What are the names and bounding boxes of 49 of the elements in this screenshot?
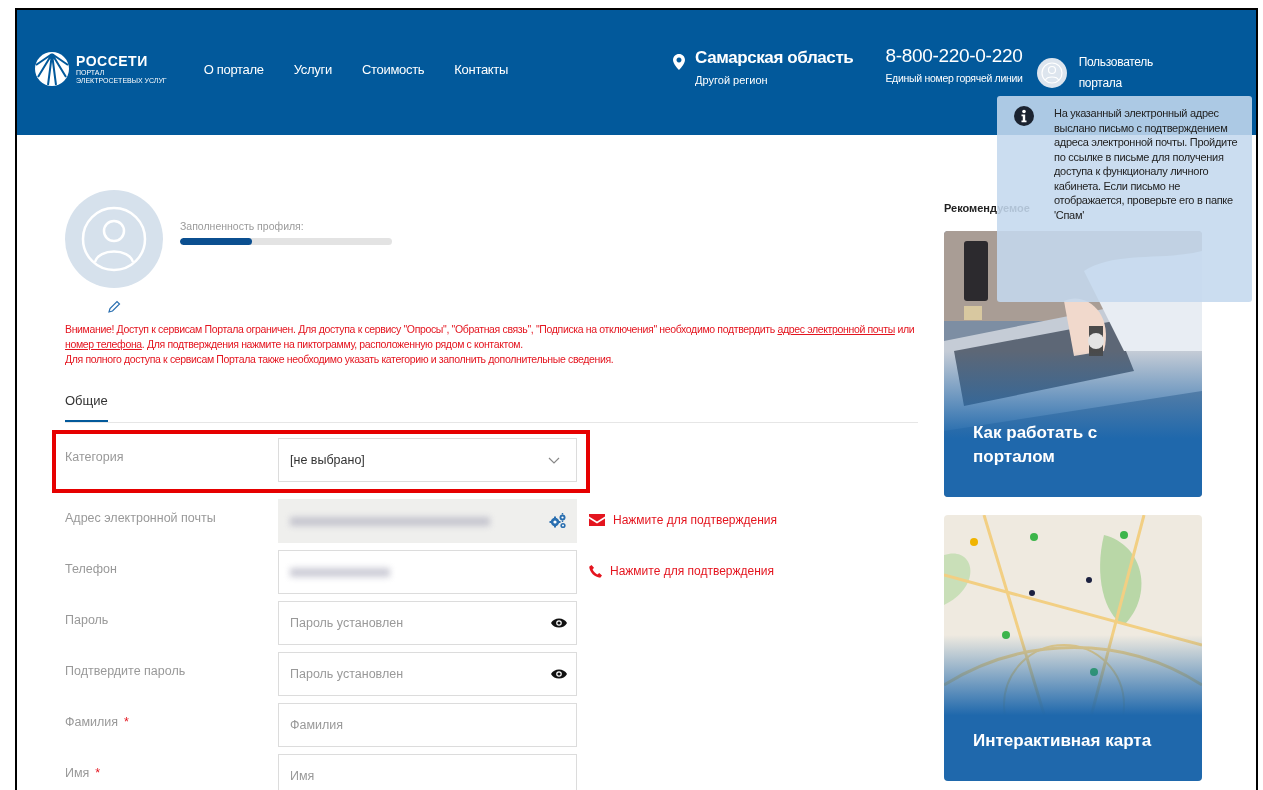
region-name: Самарская область <box>695 48 854 68</box>
link[interactable]: адрес электронной почты <box>777 323 895 335</box>
nav-link[interactable]: О портале <box>203 62 264 77</box>
logo-name: РОССЕТИ <box>76 53 149 69</box>
input-field[interactable]: Пароль установлен <box>278 652 577 696</box>
required-mark: * <box>124 715 129 729</box>
user-link[interactable]: портала <box>1078 73 1153 94</box>
card-title: Как работать с порталом <box>973 422 1099 468</box>
location-pin-icon <box>673 54 686 70</box>
info-icon <box>1014 106 1034 126</box>
avatar-icon <box>65 190 163 288</box>
nav-link[interactable]: Услуги <box>293 62 332 77</box>
confirm-link[interactable]: Нажмите для подтверждения <box>589 564 775 578</box>
warning-text: Для полного доступа к сервисам Портала также необходимо указать категорию и заполнить дополнительные сведения. <box>65 352 615 367</box>
input-field[interactable]: Пароль установлен <box>278 601 577 645</box>
tab[interactable]: Общие <box>65 387 108 422</box>
field-label: Пароль <box>65 613 109 627</box>
required-mark: * <box>95 766 101 780</box>
field-label: Телефон <box>65 562 117 576</box>
logo-icon <box>34 51 70 87</box>
envelope-icon <box>589 514 605 526</box>
nav-link[interactable]: Стоимость <box>361 62 425 77</box>
field-label: Имя <box>65 766 90 780</box>
nav-link[interactable]: Контакты <box>454 62 509 77</box>
gears-icon[interactable] <box>549 513 567 529</box>
chevron-down-icon <box>548 456 560 464</box>
card-title: Интерактивная карта <box>973 730 1153 752</box>
phone-icon <box>589 564 602 578</box>
edit-pencil-icon[interactable] <box>107 300 121 314</box>
region-link[interactable]: Другой регион <box>695 74 854 86</box>
field-label: Фамилия <box>65 715 119 729</box>
profile-completeness-label: Заполненность профиля: <box>180 220 305 232</box>
hotline-caption: Единый номер горячей линии <box>885 72 1023 84</box>
user-link[interactable]: Пользователь <box>1078 52 1153 73</box>
eye-icon[interactable] <box>551 669 567 679</box>
input-field[interactable]: Фамилия <box>278 703 577 747</box>
notification-text: На указанный электронный адрес выслано письмо с подтверждением адреса электронной почты. Пройдите по ссылке в письме для получения доступа к функционалу личного кабинета. Если письмо не отображается, проверьте его в папке 'Спам' <box>1054 106 1239 223</box>
warning-text: Внимание! Доступ к сервисам Портала ограничен. Для доступа к сервису "Опросы", "Обратная связь", "Подписка на отключения" необходимо подтвердить адрес электронной почты или номер телефона. Для подтверждения нажмите на пиктограмму, расположенную рядом с контактом. <box>65 322 916 352</box>
dropdown[interactable]: [не выбрано] <box>278 438 577 482</box>
field-label: Подтвердите пароль <box>65 664 186 678</box>
link[interactable]: номер телефона <box>65 338 142 350</box>
card[interactable]: Интерактивная карта <box>944 515 1202 781</box>
eye-icon[interactable] <box>551 618 567 628</box>
input-field[interactable]: Имя <box>278 754 577 790</box>
field-label: Адрес электронной почты <box>65 511 216 525</box>
hotline-phone: 8-800-220-0-220 <box>885 45 1023 67</box>
input-field[interactable] <box>278 550 577 594</box>
field-label: Категория <box>65 450 124 464</box>
user-avatar-icon[interactable] <box>1036 58 1067 88</box>
